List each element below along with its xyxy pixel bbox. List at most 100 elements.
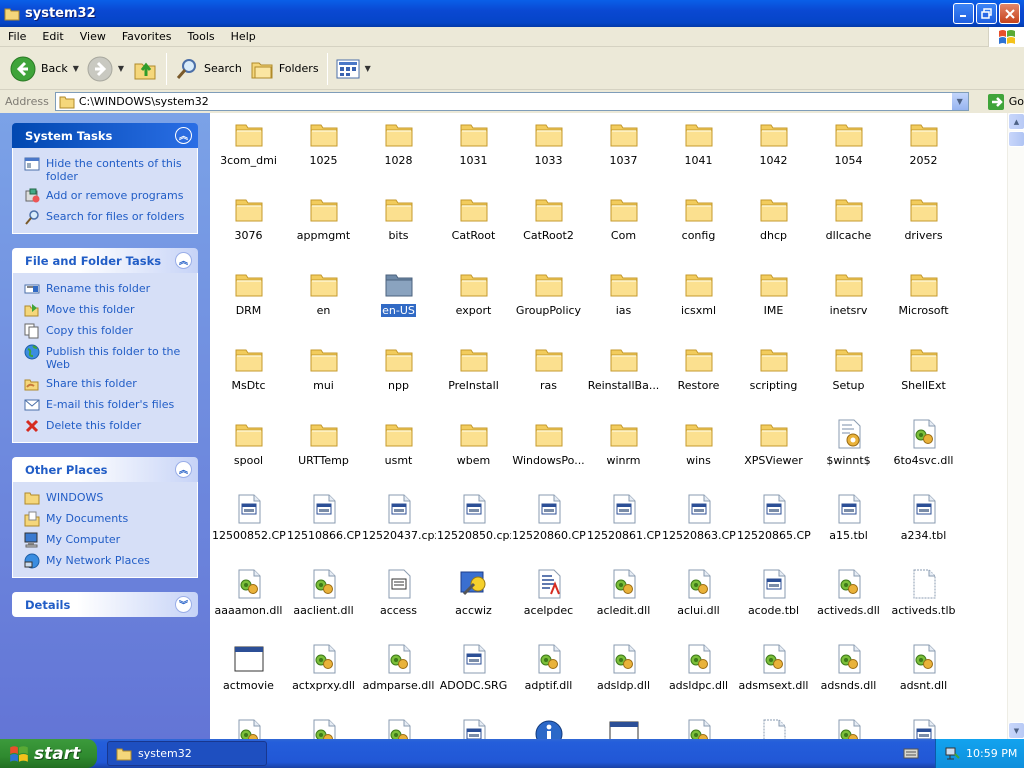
task-add-or-remove-programs[interactable]: Add or remove programs: [24, 188, 189, 204]
file-item[interactable]: acledit.dll: [586, 568, 661, 620]
folder-item[interactable]: 1037: [586, 118, 661, 170]
task-hide-the-contents-of-this-folder[interactable]: Hide the contents of this folder: [24, 156, 189, 183]
task-e-mail-this-folder-s-files[interactable]: E-mail this folder's files: [24, 397, 189, 413]
file-item[interactable]: 12520861.CPX: [586, 493, 661, 545]
file-view[interactable]: 3com_dmi 1025 1028 1031 1033 1037 1041 1042 1054…: [210, 113, 1007, 739]
file-item[interactable]: activeds.tlb: [886, 568, 961, 620]
folder-item[interactable]: icsxml: [661, 268, 736, 320]
file-item[interactable]: actmovie: [211, 643, 286, 695]
file-item[interactable]: [586, 718, 661, 739]
file-item[interactable]: adptif.dll: [511, 643, 586, 695]
folder-item[interactable]: 1025: [286, 118, 361, 170]
file-item[interactable]: [661, 718, 736, 739]
menu-help[interactable]: Help: [223, 27, 264, 47]
file-item[interactable]: actxprxy.dll: [286, 643, 361, 695]
chevron-down-icon[interactable]: ▼: [118, 64, 124, 73]
folder-item[interactable]: inetsrv: [811, 268, 886, 320]
folder-item[interactable]: ias: [586, 268, 661, 320]
file-item[interactable]: adsldp.dll: [586, 643, 661, 695]
folder-item[interactable]: wins: [661, 418, 736, 470]
folder-item[interactable]: XPSViewer: [736, 418, 811, 470]
folder-item[interactable]: export: [436, 268, 511, 320]
collapse-icon[interactable]: ︽: [175, 127, 192, 144]
vertical-scrollbar[interactable]: ▲ ▼: [1007, 113, 1024, 739]
details-header[interactable]: Details ︾: [12, 592, 198, 617]
other-places-header[interactable]: Other Places ︽: [12, 457, 198, 482]
chevron-down-icon[interactable]: ▼: [365, 64, 371, 73]
address-input[interactable]: C:\WINDOWS\system32 ▼: [54, 92, 969, 111]
menu-view[interactable]: View: [72, 27, 114, 47]
file-item[interactable]: [511, 718, 586, 739]
minimize-button[interactable]: [953, 3, 974, 24]
collapse-icon[interactable]: ︽: [175, 461, 192, 478]
folder-item[interactable]: en: [286, 268, 361, 320]
file-folder-tasks-header[interactable]: File and Folder Tasks ︽: [12, 248, 198, 273]
file-item[interactable]: adsnds.dll: [811, 643, 886, 695]
expand-icon[interactable]: ︾: [175, 596, 192, 613]
task-publish-this-folder-to-the-web[interactable]: Publish this folder to the Web: [24, 344, 189, 371]
menu-favorites[interactable]: Favorites: [114, 27, 180, 47]
folder-item[interactable]: Com: [586, 193, 661, 245]
file-item[interactable]: [361, 718, 436, 739]
file-item[interactable]: aaclient.dll: [286, 568, 361, 620]
clock[interactable]: 10:59 PM: [966, 747, 1017, 760]
file-item[interactable]: aclui.dll: [661, 568, 736, 620]
file-item[interactable]: a234.tbl: [886, 493, 961, 545]
folder-item[interactable]: WindowsPo...: [511, 418, 586, 470]
task-delete-this-folder[interactable]: Delete this folder: [24, 418, 189, 434]
taskbar-item-system32[interactable]: system32: [107, 741, 267, 766]
file-item[interactable]: $winnt$: [811, 418, 886, 470]
folder-item[interactable]: URTTemp: [286, 418, 361, 470]
folder-item[interactable]: PreInstall: [436, 343, 511, 395]
go-button[interactable]: Go: [987, 93, 1024, 111]
file-item[interactable]: adsmsext.dll: [736, 643, 811, 695]
forward-button[interactable]: ▼: [83, 52, 128, 86]
file-item[interactable]: 12520437.cpx: [361, 493, 436, 545]
file-item[interactable]: activeds.dll: [811, 568, 886, 620]
folder-item[interactable]: appmgmt: [286, 193, 361, 245]
folder-item[interactable]: 1054: [811, 118, 886, 170]
folder-item[interactable]: ras: [511, 343, 586, 395]
folder-item[interactable]: 1033: [511, 118, 586, 170]
folder-item[interactable]: 1031: [436, 118, 511, 170]
folder-item[interactable]: MsDtc: [211, 343, 286, 395]
folder-item[interactable]: npp: [361, 343, 436, 395]
file-item[interactable]: 12520865.CPX: [736, 493, 811, 545]
place-my-network-places[interactable]: My Network Places: [24, 553, 189, 569]
chevron-down-icon[interactable]: ▼: [73, 64, 79, 73]
file-item[interactable]: adsnt.dll: [886, 643, 961, 695]
folder-item[interactable]: config: [661, 193, 736, 245]
folder-item[interactable]: CatRoot2: [511, 193, 586, 245]
views-button[interactable]: ▼: [332, 52, 375, 86]
folder-item[interactable]: 1042: [736, 118, 811, 170]
title-bar[interactable]: system32: [0, 0, 1024, 27]
menu-file[interactable]: File: [0, 27, 34, 47]
scroll-up-button[interactable]: ▲: [1008, 113, 1024, 130]
file-item[interactable]: acode.tbl: [736, 568, 811, 620]
search-button[interactable]: Search: [171, 52, 246, 86]
close-button[interactable]: [999, 3, 1020, 24]
folder-item[interactable]: dllcache: [811, 193, 886, 245]
file-item[interactable]: 12520860.CPX: [511, 493, 586, 545]
file-item[interactable]: admparse.dll: [361, 643, 436, 695]
file-item[interactable]: a15.tbl: [811, 493, 886, 545]
file-item[interactable]: [886, 718, 961, 739]
file-item[interactable]: [736, 718, 811, 739]
file-item[interactable]: access: [361, 568, 436, 620]
file-item[interactable]: [436, 718, 511, 739]
folder-item[interactable]: 3076: [211, 193, 286, 245]
folder-item[interactable]: 1028: [361, 118, 436, 170]
folder-item[interactable]: Restore: [661, 343, 736, 395]
file-item[interactable]: accwiz: [436, 568, 511, 620]
menu-edit[interactable]: Edit: [34, 27, 71, 47]
keyboard-icon[interactable]: [903, 746, 919, 760]
task-search-for-files-or-folders[interactable]: Search for files or folders: [24, 209, 189, 225]
file-item[interactable]: acelpdec: [511, 568, 586, 620]
start-button[interactable]: start: [0, 739, 97, 768]
file-item[interactable]: [811, 718, 886, 739]
file-item[interactable]: 6to4svc.dll: [886, 418, 961, 470]
folder-item[interactable]: scripting: [736, 343, 811, 395]
network-status-icon[interactable]: [944, 746, 960, 762]
folder-item[interactable]: CatRoot: [436, 193, 511, 245]
folder-item[interactable]: usmt: [361, 418, 436, 470]
